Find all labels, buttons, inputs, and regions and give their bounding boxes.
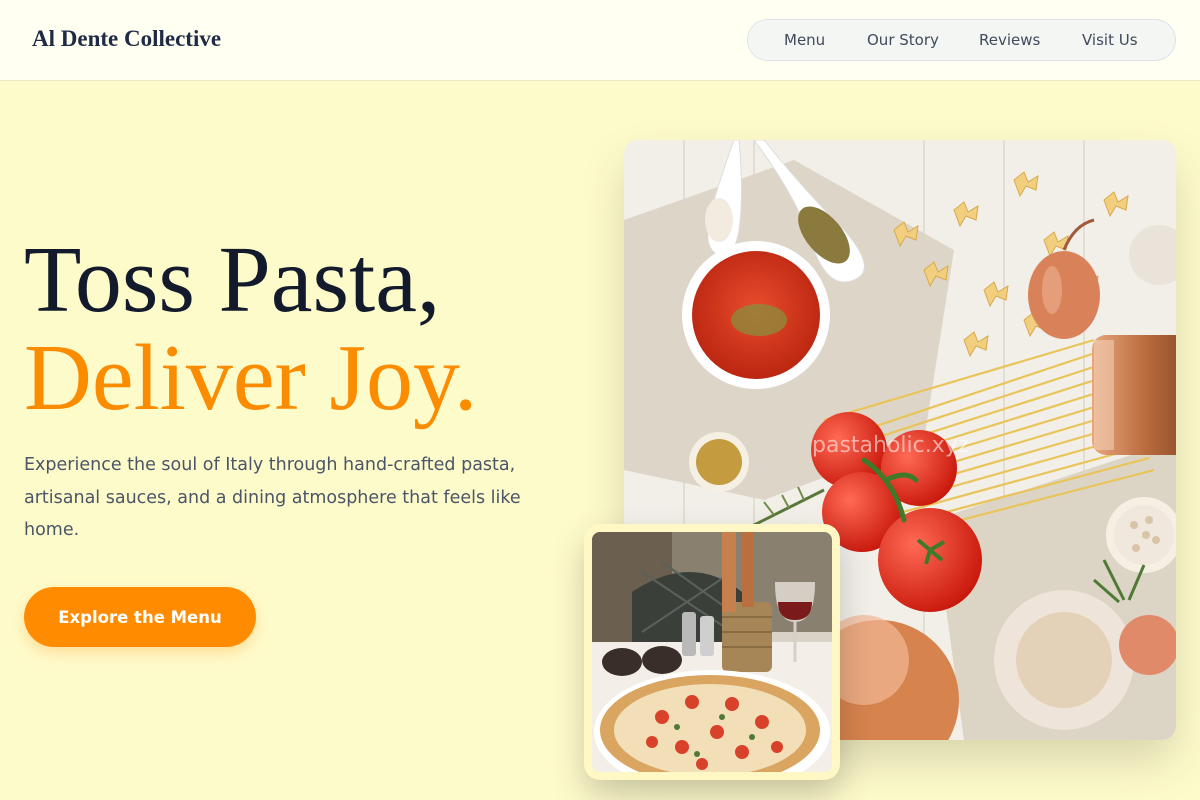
hero-description: Experience the soul of Italy through han… [24, 455, 521, 540]
explore-menu-button[interactable]: Explore the Menu [24, 587, 256, 647]
inset-photo-frame [584, 524, 840, 780]
brand-logo[interactable]: Al Dente Collective [32, 26, 221, 52]
nav-item-our-story[interactable]: Our Story [867, 31, 939, 49]
main-nav: Menu Our Story Reviews Visit Us [747, 19, 1176, 61]
watermark-text: pastaholic.xyz [812, 433, 969, 458]
nav-item-reviews[interactable]: Reviews [979, 31, 1040, 49]
nav-item-menu[interactable]: Menu [784, 31, 825, 49]
hero-title-line1: Toss Pasta, [24, 228, 441, 332]
inset-pizza-photo [592, 532, 832, 772]
nav-item-visit-us[interactable]: Visit Us [1082, 31, 1138, 49]
hero-title-line2: Deliver Joy. [24, 326, 478, 430]
site-header: Al Dente Collective Menu Our Story Revie… [0, 0, 1200, 81]
